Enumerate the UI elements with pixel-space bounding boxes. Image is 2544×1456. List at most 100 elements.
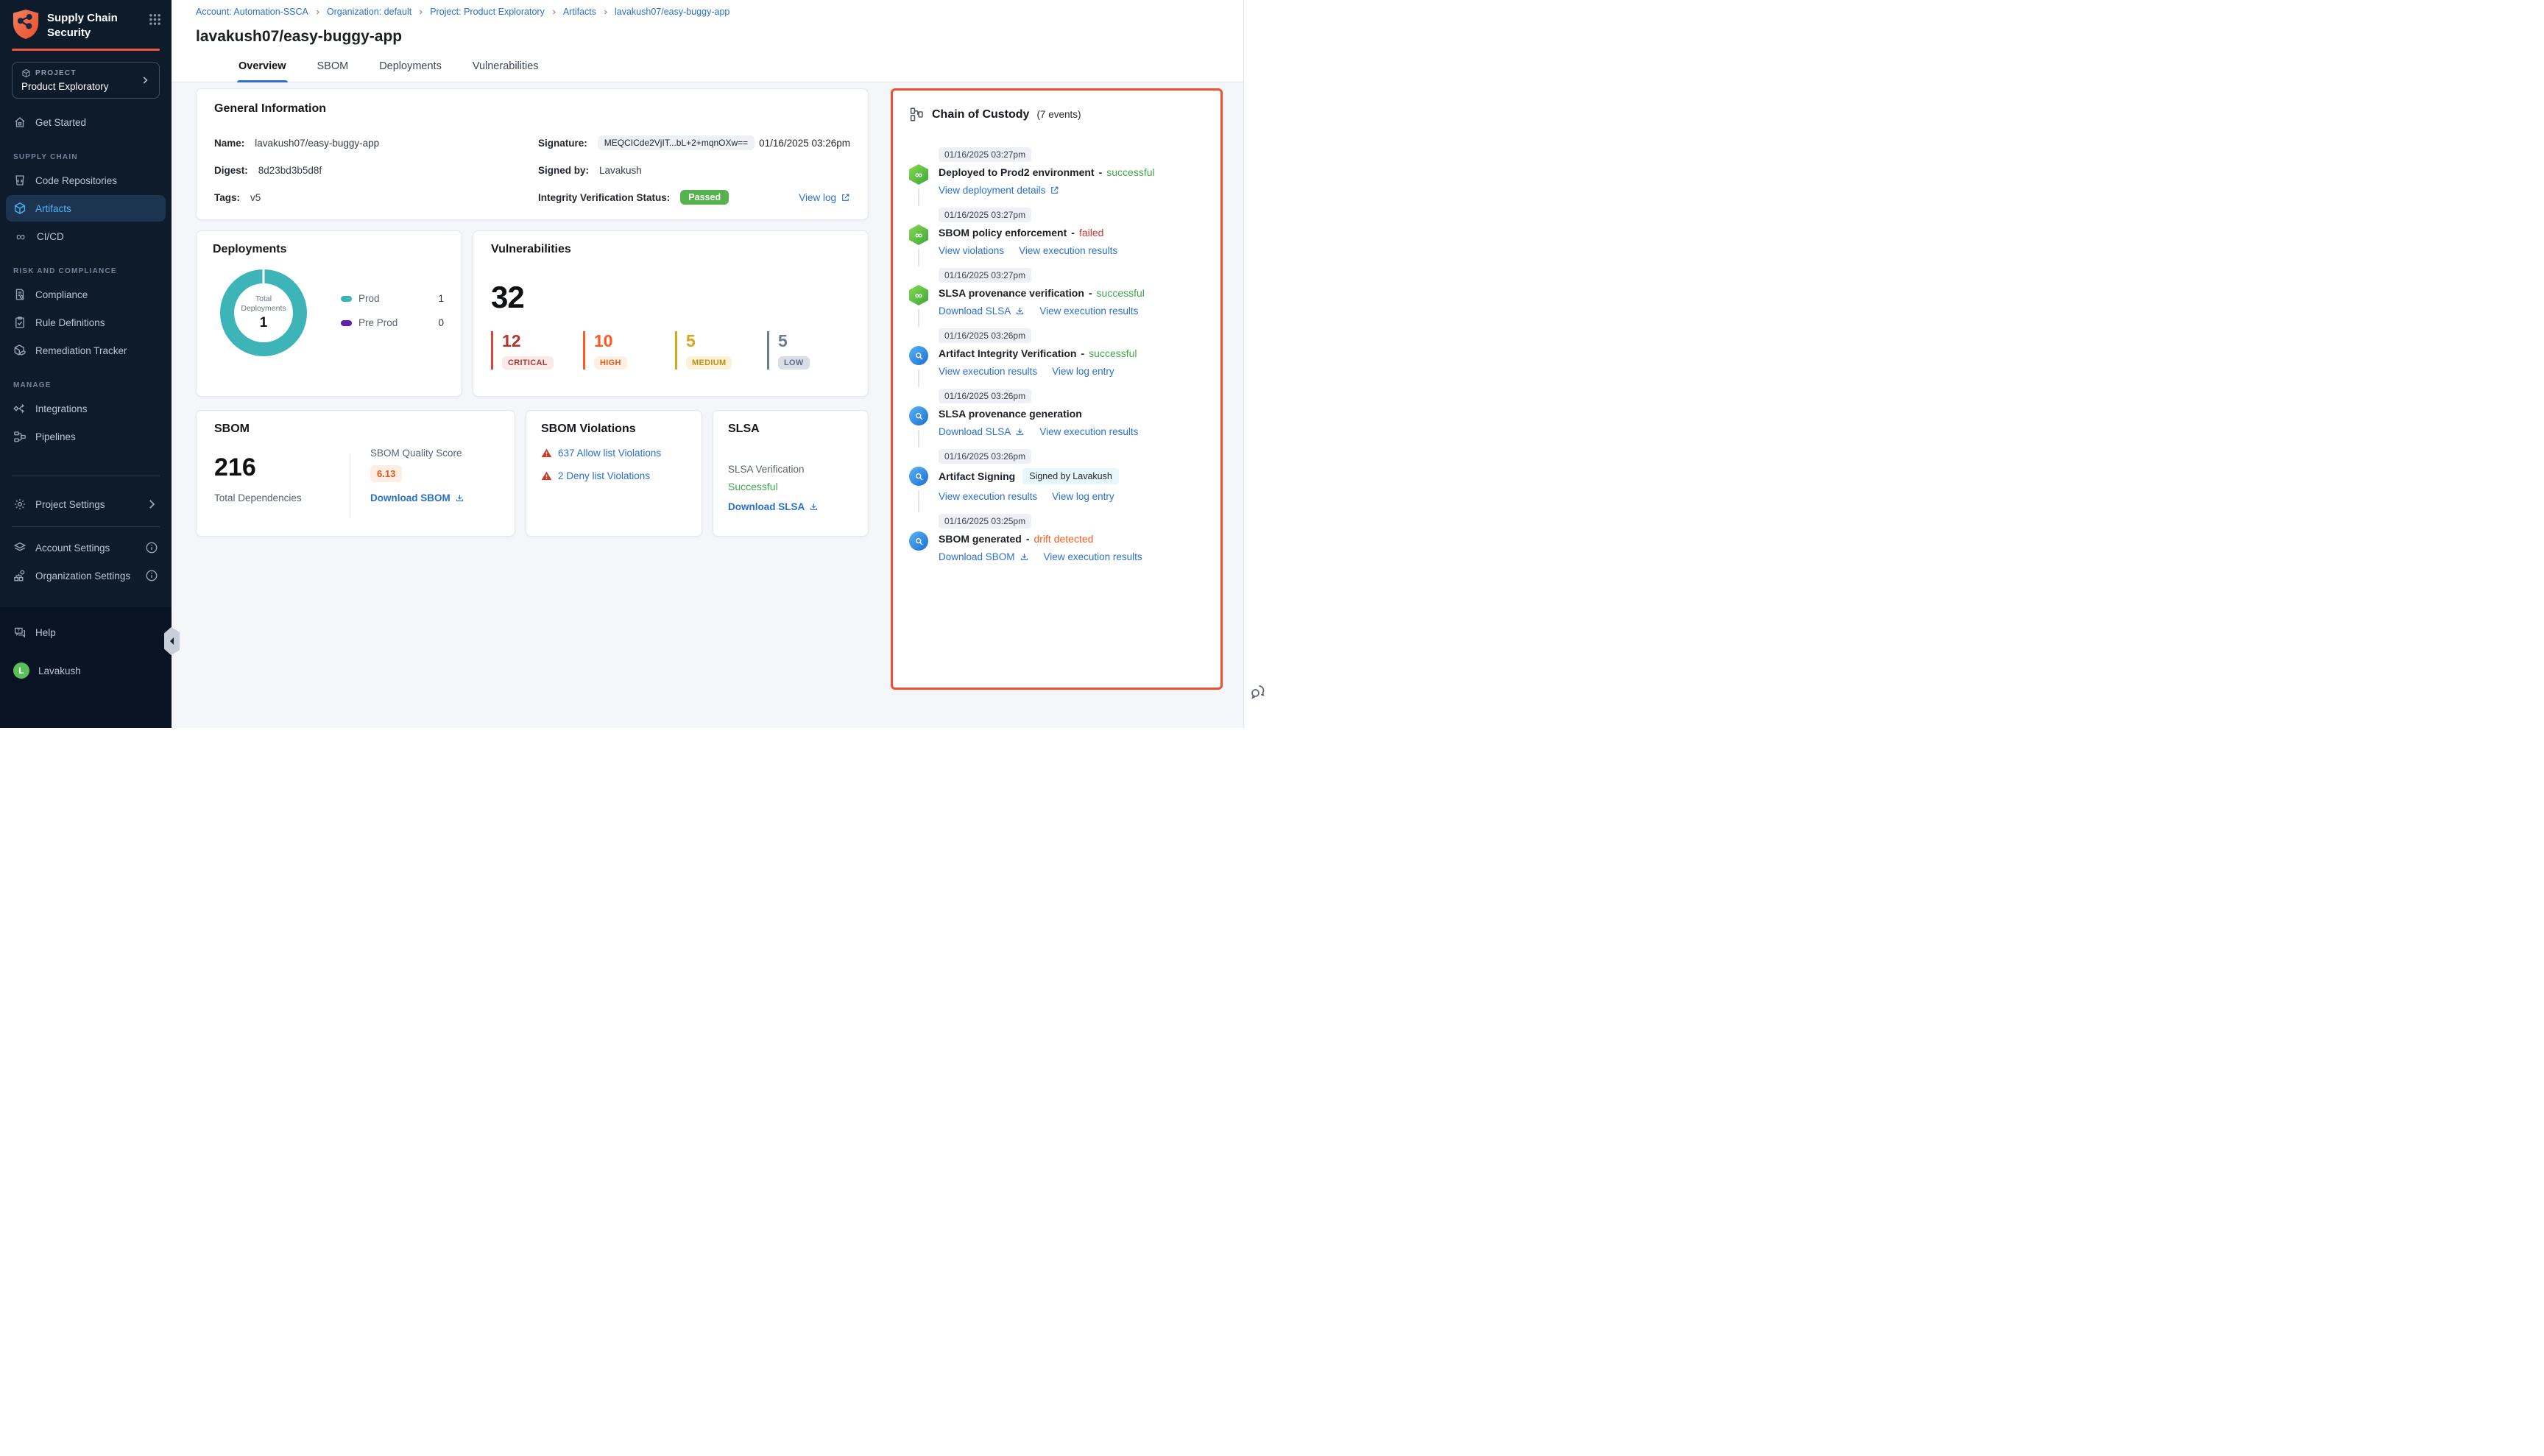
sidebar-item-compliance[interactable]: Compliance	[6, 281, 166, 308]
sidebar-item-label: Compliance	[35, 289, 88, 300]
tab-vulnerabilities[interactable]: Vulnerabilities	[471, 52, 540, 82]
sidebar-footer: Project Settings Account Settings Organi…	[0, 476, 172, 590]
help-chat-icon: ?	[13, 626, 26, 639]
breadcrumb-account[interactable]: Account: Automation-SSCA	[196, 7, 308, 17]
chain-of-custody-count: (7 events)	[1036, 109, 1081, 120]
view-execution-results-link[interactable]: View execution results	[939, 491, 1037, 502]
download-icon	[1015, 427, 1025, 437]
sidebar-item-integrations[interactable]: Integrations	[6, 395, 166, 422]
warning-triangle-icon	[541, 470, 552, 481]
view-deployment-details-link[interactable]: View deployment details	[939, 185, 1059, 196]
sidebar-item-cicd[interactable]: ∞ CI/CD	[6, 223, 166, 250]
card-title: SBOM Violations	[541, 423, 687, 436]
project-selector[interactable]: PROJECT Product Exploratory	[12, 62, 160, 99]
home-icon	[13, 116, 26, 129]
sidebar-item-user[interactable]: L Lavakush	[6, 656, 166, 685]
remediation-box-icon	[13, 344, 26, 357]
sidebar-item-label: Integrations	[35, 403, 88, 414]
chevron-right-icon	[145, 498, 158, 511]
tab-deployments[interactable]: Deployments	[378, 52, 443, 82]
project-cube-icon	[21, 68, 31, 78]
card-title: SLSA	[728, 423, 853, 436]
card-title: General Information	[214, 102, 850, 116]
tab-sbom[interactable]: SBOM	[316, 52, 350, 82]
sidebar-item-account-settings[interactable]: Account Settings	[6, 534, 166, 561]
event-title: SLSA provenance generation	[939, 408, 1082, 420]
sidebar-item-organization-settings[interactable]: Organization Settings	[6, 562, 166, 589]
event-status: successful	[1097, 287, 1145, 299]
tab-overview[interactable]: Overview	[237, 52, 288, 82]
sidebar-item-label: Code Repositories	[35, 175, 117, 186]
sidebar-item-code-repositories[interactable]: Code Repositories	[6, 167, 166, 194]
event-title: SLSA provenance verification	[939, 287, 1084, 299]
avatar: L	[13, 662, 29, 679]
download-sbom-link[interactable]: Download SBOM	[939, 551, 1029, 562]
slsa-verification-status: Successful	[728, 481, 853, 492]
pipeline-hexagon-icon: ∞	[909, 285, 928, 305]
chain-of-custody-panel: Chain of Custody (7 events) ∞ 01/16/2025…	[891, 88, 1223, 690]
legend-value: 0	[438, 317, 444, 328]
download-sbom-link[interactable]: Download SBOM	[370, 492, 464, 503]
view-execution-results-link[interactable]: View execution results	[1019, 245, 1117, 256]
app-grid-menu-icon[interactable]	[149, 13, 161, 26]
infinity-icon: ∞	[13, 230, 28, 243]
view-execution-results-link[interactable]: View execution results	[1039, 305, 1138, 317]
event-sbom-policy-enforcement: ∞ 01/16/2025 03:27pm SBOM policy enforce…	[909, 208, 1204, 256]
event-title: Artifact Signing	[939, 470, 1015, 482]
sidebar-item-get-started[interactable]: Get Started	[6, 109, 166, 135]
breadcrumb-project[interactable]: Project: Product Exploratory	[430, 7, 545, 17]
integrations-icon	[13, 402, 26, 415]
info-icon	[145, 541, 158, 554]
event-timeline: ∞ 01/16/2025 03:27pm Deployed to Prod2 e…	[909, 147, 1204, 562]
download-slsa-link[interactable]: Download SLSA	[728, 501, 819, 512]
feedback-chat-icon[interactable]	[1249, 682, 1267, 700]
pipeline-hexagon-icon: ∞	[909, 225, 928, 245]
severity-badge: HIGH	[594, 356, 627, 370]
severity-badge: CRITICAL	[502, 356, 554, 370]
section-heading-supply-chain: SUPPLY CHAIN	[0, 137, 172, 166]
signed-by-label: Signed by:	[538, 165, 589, 176]
event-sbom-generated: 01/16/2025 03:25pm SBOM generated - drif…	[909, 514, 1204, 562]
scan-circle-icon	[909, 531, 928, 551]
severity-low: 5 LOW	[767, 331, 849, 370]
sidebar-item-artifacts[interactable]: Artifacts	[6, 195, 166, 222]
view-log-entry-link[interactable]: View log entry	[1052, 491, 1114, 502]
deployments-card: Deployments Total Deployments 1	[196, 230, 462, 397]
link-label: Download SLSA	[939, 426, 1011, 437]
breadcrumb-artifacts[interactable]: Artifacts	[563, 7, 596, 17]
download-slsa-link[interactable]: Download SLSA	[939, 305, 1025, 317]
signed-by-value: Lavakush	[599, 165, 642, 176]
allow-list-violations-link[interactable]: 637 Allow list Violations	[558, 448, 661, 459]
view-log-entry-link[interactable]: View log entry	[1052, 366, 1114, 377]
view-log-link[interactable]: View log	[799, 192, 850, 203]
sidebar-item-label: CI/CD	[37, 231, 64, 242]
deny-list-violations-link[interactable]: 2 Deny list Violations	[558, 470, 650, 481]
sidebar-collapse-handle[interactable]	[164, 627, 180, 655]
breadcrumb-organization[interactable]: Organization: default	[327, 7, 411, 17]
severity-medium: 5 MEDIUM	[675, 331, 757, 370]
view-execution-results-link[interactable]: View execution results	[1044, 551, 1142, 562]
slsa-verification-label: SLSA Verification	[728, 464, 853, 475]
sidebar-item-remediation-tracker[interactable]: Remediation Tracker	[6, 337, 166, 364]
legend-value: 1	[438, 293, 444, 304]
sidebar-item-rule-definitions[interactable]: Rule Definitions	[6, 309, 166, 336]
user-name: Lavakush	[38, 665, 81, 676]
signature-value[interactable]: MEQCICde2VjIT...bL+2+mqnOXw==	[598, 135, 755, 150]
sidebar-item-pipelines[interactable]: Pipelines	[6, 423, 166, 450]
sidebar-item-project-settings[interactable]: Project Settings	[6, 491, 166, 517]
sidebar-item-label: Artifacts	[35, 203, 71, 214]
view-execution-results-link[interactable]: View execution results	[939, 366, 1037, 377]
warning-triangle-icon	[541, 448, 552, 459]
layers-icon	[13, 541, 26, 554]
view-execution-results-link[interactable]: View execution results	[1039, 426, 1138, 437]
sidebar-item-help[interactable]: ? Help	[6, 619, 166, 646]
download-slsa-link[interactable]: Download SLSA	[939, 426, 1025, 437]
breadcrumb-artifact-name[interactable]: lavakush07/easy-buggy-app	[615, 7, 729, 17]
scan-circle-icon	[909, 346, 928, 365]
legend-item-pre-prod: Pre Prod 0	[341, 317, 444, 328]
view-violations-link[interactable]: View violations	[939, 245, 1004, 256]
name-label: Name:	[214, 138, 244, 149]
main-area: Account: Automation-SSCA Organization: d…	[172, 0, 1243, 728]
overview-content: General Information Name:lavakush07/easy…	[172, 82, 1243, 728]
external-link-icon	[1050, 185, 1059, 195]
